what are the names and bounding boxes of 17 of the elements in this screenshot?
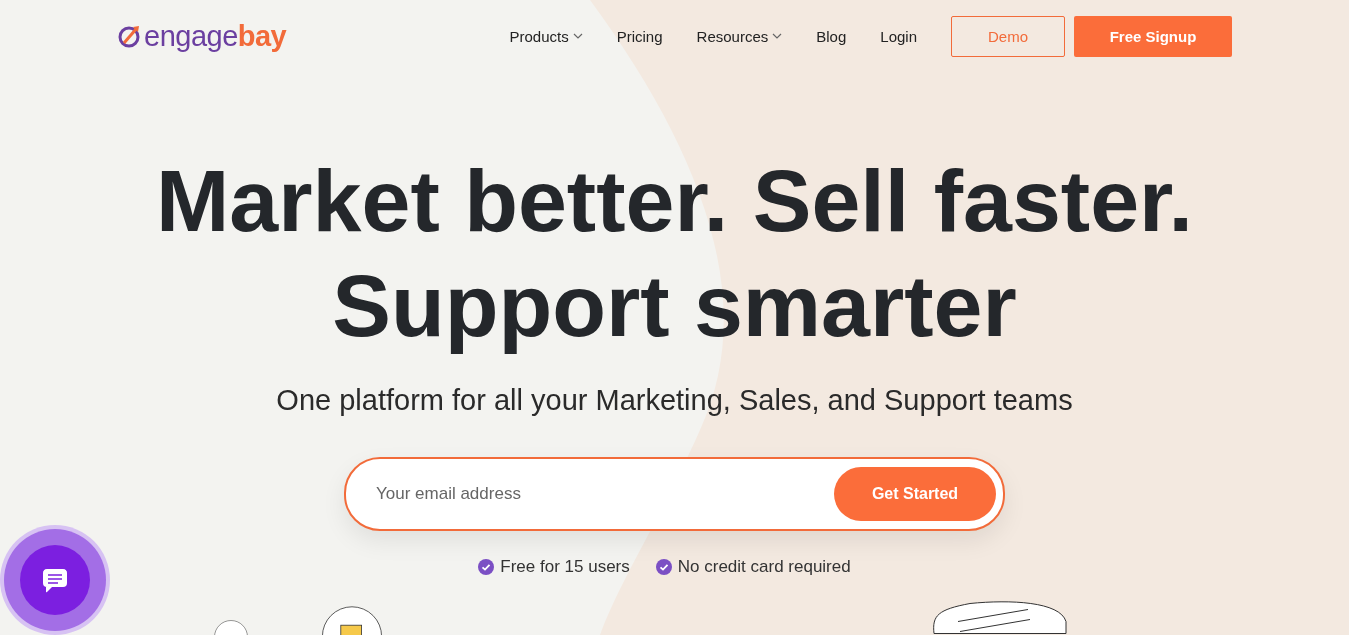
perk-text: No credit card required — [677, 557, 851, 577]
nav-link[interactable]: Login — [880, 27, 917, 45]
subtitle: One platform for all your Marketing, Sales, and Support teams — [276, 384, 1073, 417]
headline: Support smarter — [332, 255, 1017, 357]
headline: Market better. Sell faster. — [156, 150, 1193, 252]
check-icon — [655, 559, 672, 575]
perk-text: Free for 15 users — [500, 557, 630, 577]
chevron-icon — [572, 33, 583, 39]
email-field[interactable]: Your email address — [374, 483, 834, 505]
nav-link[interactable]: Resources — [696, 27, 783, 45]
nav-link[interactable]: Pricing — [616, 27, 663, 45]
check-icon — [478, 559, 495, 575]
nav-link[interactable]: Products — [509, 27, 583, 45]
chat-icon — [20, 545, 90, 615]
nav-link[interactable]: Blog — [816, 27, 847, 45]
chevron-icon — [772, 33, 783, 39]
logo-wordmark[interactable]: engagebay — [144, 19, 287, 53]
